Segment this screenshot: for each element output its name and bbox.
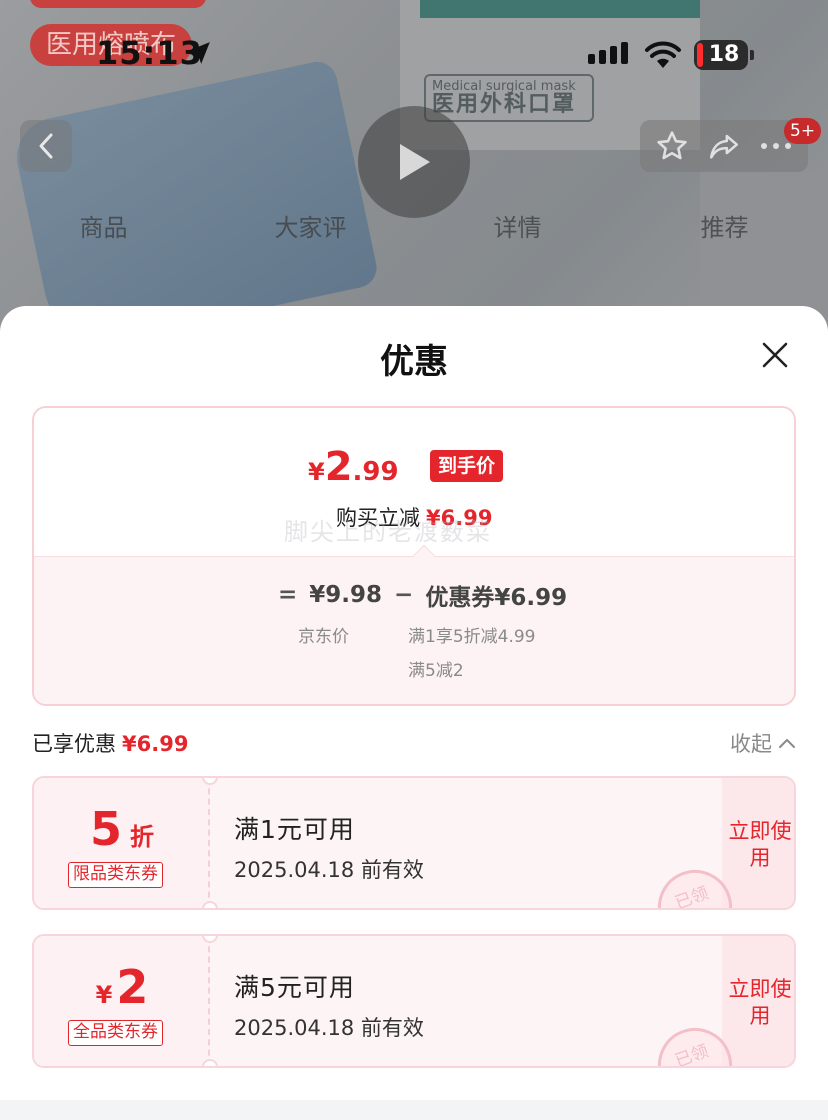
equals-sign: =: [278, 582, 298, 608]
watermark: 脚尖上的老渡薮菜: [284, 518, 492, 546]
coupon-value-number: 2: [116, 960, 149, 1014]
star-icon[interactable]: [655, 129, 689, 163]
coupon-validity: 2025.04.18 前有效: [234, 858, 424, 882]
tab-details[interactable]: 详情: [414, 200, 621, 256]
tab-reviews[interactable]: 大家评: [207, 200, 414, 256]
bottom-strip: [0, 1100, 828, 1120]
final-price-symbol: ¥: [308, 458, 325, 486]
enjoyed-discount: 已享优惠 ¥6.99: [32, 728, 188, 758]
sheet-title: 优惠: [380, 342, 448, 382]
minus-sign: −: [394, 582, 414, 608]
battery-tip: [750, 50, 754, 60]
coupon-detail-1: 满1享5折减4.99: [408, 627, 536, 647]
location-arrow-icon: [188, 42, 210, 64]
coupon-type-tag: 全品类东券: [68, 1020, 163, 1046]
coupon-card: 5折 限品类东券 满1元可用 2025.04.18 前有效 已领 立即使用: [32, 776, 796, 910]
final-price: ¥ 2 .99: [308, 444, 399, 490]
price-formula: = ¥9.98 − 优惠券¥6.99: [266, 578, 567, 612]
coupon-value-prefix: ¥: [95, 981, 113, 1009]
promo-pill-top: [30, 0, 206, 8]
coupon-notch: [202, 901, 218, 908]
coupon-value-number: 5: [89, 802, 122, 856]
enjoyed-discount-amount: ¥6.99: [122, 732, 189, 756]
coupon-validity: 2025.04.18 前有效: [234, 1016, 424, 1040]
hand-price-tag: 到手价: [430, 450, 504, 482]
tab-recommend[interactable]: 推荐: [621, 200, 828, 256]
final-price-integer: 2: [324, 444, 353, 490]
collapse-button[interactable]: 收起: [730, 728, 796, 758]
coupon-condition: 满1元可用: [234, 815, 355, 844]
close-icon[interactable]: [758, 338, 792, 372]
battery-indicator: 18: [694, 40, 748, 70]
coupon-type-tag: 限品类东券: [68, 862, 163, 888]
final-price-decimal: .99: [352, 457, 399, 487]
coupon-value-suffix: 折: [130, 823, 154, 851]
chevron-left-icon: [39, 133, 53, 159]
more-icon[interactable]: [759, 141, 793, 151]
jd-price-label: 京东价: [298, 627, 349, 647]
coupon-card: ¥2 全品类东券 满5元可用 2025.04.18 前有效 已领 立即使用: [32, 934, 796, 1068]
use-now-button[interactable]: 立即使用: [722, 818, 794, 872]
discount-sheet: 优惠 ¥ 2 .99 到手价 购买立减 ¥6.99 脚尖上的老渡薮菜 = ¥9.9…: [0, 306, 828, 1120]
top-actions: [640, 120, 808, 172]
cellular-signal-icon: [588, 42, 628, 64]
use-now-button[interactable]: 立即使用: [722, 976, 794, 1030]
back-button[interactable]: [20, 120, 72, 172]
coupon-notch: [202, 1059, 218, 1066]
collapse-label: 收起: [730, 732, 772, 756]
wifi-icon: [645, 41, 681, 68]
jd-price: ¥9.98: [309, 582, 383, 608]
coupon-value: 5折: [34, 802, 210, 856]
product-tabs: 商品 大家评 详情 推荐: [0, 200, 828, 256]
tab-product[interactable]: 商品: [0, 200, 207, 256]
chevron-up-icon: [779, 739, 795, 748]
price-breakdown-card: ¥ 2 .99 到手价 购买立减 ¥6.99 脚尖上的老渡薮菜 = ¥9.98 −…: [32, 406, 796, 706]
play-icon: [400, 144, 430, 180]
share-icon[interactable]: [706, 129, 742, 163]
battery-percent: 18: [708, 42, 740, 67]
coupon-value: ¥2: [34, 960, 210, 1014]
coupon-detail-2: 满5减2: [408, 661, 464, 681]
coupon-condition: 满5元可用: [234, 973, 355, 1002]
coupon-total: 优惠券¥6.99: [425, 585, 568, 611]
notification-badge: 5+: [784, 118, 822, 144]
enjoyed-discount-row: 已享优惠 ¥6.99 收起: [32, 728, 796, 764]
enjoyed-discount-label: 已享优惠: [32, 732, 116, 756]
